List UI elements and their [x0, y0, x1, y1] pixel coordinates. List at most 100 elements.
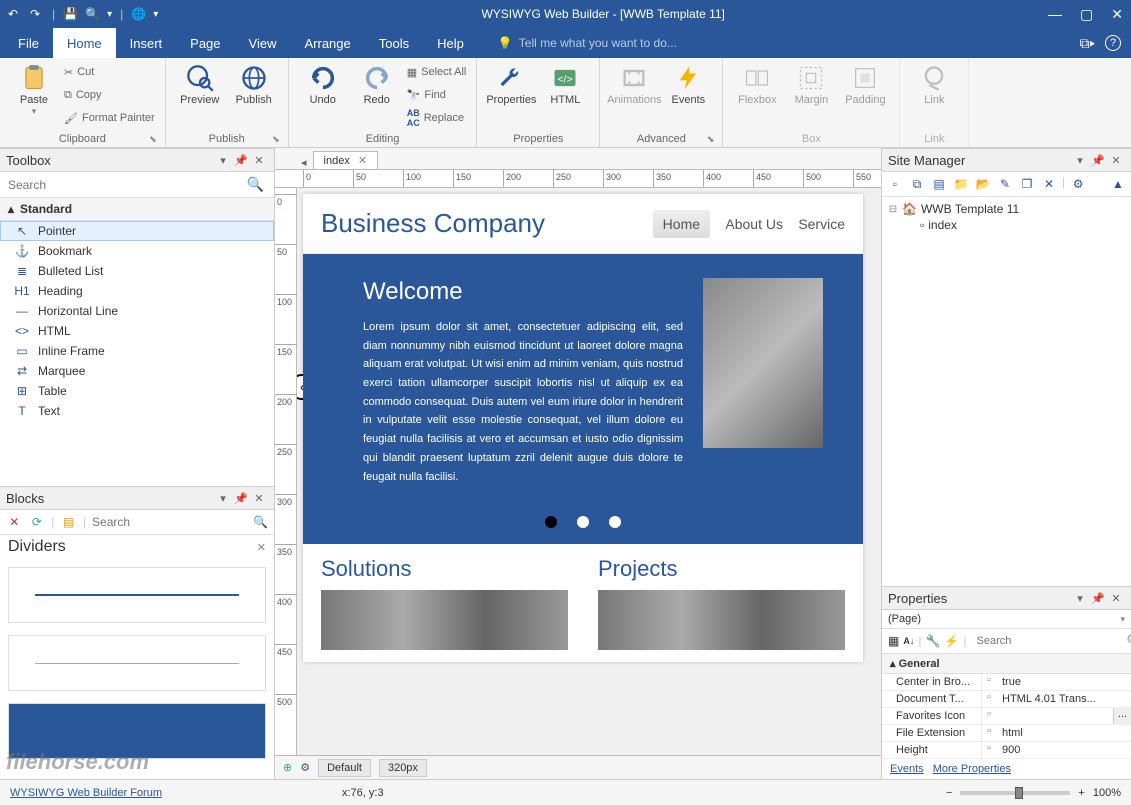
flexbox-button[interactable]: Flexbox [733, 62, 781, 108]
maximize-button[interactable]: ▢ [1080, 6, 1093, 23]
tool-item-pointer[interactable]: ↖Pointer [0, 221, 274, 241]
save-icon[interactable]: 💾 [63, 7, 77, 21]
tool-item-table[interactable]: ⊞Table [0, 381, 274, 401]
page-preview[interactable]: Business Company Home About Us Service ‹… [303, 194, 863, 662]
blocks-refresh-icon[interactable]: ⟳ [29, 513, 46, 531]
sm-open-icon[interactable]: 📂 [974, 175, 992, 193]
blocks-dropdown-icon[interactable]: ▾ [214, 492, 232, 505]
props-pin-icon[interactable]: 📌 [1089, 592, 1107, 605]
props-categorized-icon[interactable]: ▦ [888, 632, 899, 650]
sm-close-icon[interactable]: ✕ [1107, 154, 1125, 167]
html-button[interactable]: </>HTML [541, 62, 589, 108]
publish-launcher[interactable]: ⬊ [272, 134, 280, 145]
nav-service[interactable]: Service [798, 216, 845, 232]
sm-gear-icon[interactable]: ⚙ [1069, 175, 1087, 193]
blocks-section-close-icon[interactable]: ✕ [257, 541, 266, 554]
cut-button[interactable]: ✂Cut [64, 62, 155, 82]
tool-item-html[interactable]: <>HTML [0, 321, 274, 341]
carousel-dot-2[interactable] [577, 516, 589, 528]
help-icon[interactable]: ? [1105, 35, 1121, 51]
zoom-in-button[interactable]: + [1078, 787, 1084, 799]
tool-item-marquee[interactable]: ⇄Marquee [0, 361, 274, 381]
props-events-icon[interactable]: ⚡ [944, 632, 959, 650]
horizontal-ruler[interactable]: 050100150200250300350400450500550600 [275, 170, 881, 188]
props-alpha-icon[interactable]: A↓ [903, 632, 914, 650]
forum-link[interactable]: WYSIWYG Web Builder Forum [10, 787, 162, 799]
prop-value[interactable]: HTML 4.01 Trans... [996, 691, 1131, 707]
select-all-button[interactable]: ▦Select All [407, 62, 467, 82]
props-dropdown-icon[interactable]: ▾ [1071, 592, 1089, 605]
publish-button[interactable]: Publish [230, 62, 278, 108]
carousel-dot-3[interactable] [609, 516, 621, 528]
preview-icon[interactable]: 🔍 [85, 7, 99, 21]
toolbox-close-icon[interactable]: ✕ [250, 154, 268, 167]
props-close-icon[interactable]: ✕ [1107, 592, 1125, 605]
qat-dropdown-icon[interactable]: ▾ [107, 9, 112, 20]
panels-icon[interactable]: ⧉▸ [1080, 35, 1095, 52]
search-icon[interactable]: 🔍 [241, 176, 270, 193]
divider-preview-3[interactable] [8, 703, 266, 759]
animations-button[interactable]: Animations [610, 62, 658, 108]
tool-item-bookmark[interactable]: ⚓Bookmark [0, 241, 274, 261]
nav-home[interactable]: Home [653, 210, 710, 238]
prop-value[interactable]: html [996, 725, 1131, 741]
properties-search-input[interactable] [977, 635, 1119, 647]
redo-button[interactable]: Redo [353, 62, 401, 108]
blocks-search-input[interactable] [92, 515, 247, 529]
prop-cat-general[interactable]: ▴ General [882, 654, 1131, 674]
breakpoint-default[interactable]: Default [318, 759, 371, 777]
sm-new-page-icon[interactable]: ▫ [886, 175, 904, 193]
toolbox-dropdown-icon[interactable]: ▾ [214, 154, 232, 167]
divider-preview-1[interactable] [8, 567, 266, 623]
prop-browse-button[interactable]: ... [1113, 708, 1131, 724]
sm-dropdown-icon[interactable]: ▾ [1071, 154, 1089, 167]
sm-copy-icon[interactable]: ❐ [1018, 175, 1036, 193]
menu-tools[interactable]: Tools [365, 28, 423, 58]
prop-value[interactable] [996, 708, 1113, 724]
close-button[interactable]: ✕ [1111, 6, 1123, 23]
prop-link-events[interactable]: Events [890, 763, 924, 775]
document-tab-index[interactable]: index ✕ [313, 151, 379, 169]
toolbox-group-standard[interactable]: ▴Standard [0, 198, 274, 221]
clipboard-launcher[interactable]: ⬊ [149, 134, 157, 145]
divider-preview-2[interactable] [8, 635, 266, 691]
tree-root[interactable]: ⊟🏠WWB Template 11 [888, 201, 1125, 217]
events-button[interactable]: Events [664, 62, 712, 108]
sm-folder-icon[interactable]: 📁 [952, 175, 970, 193]
menu-file[interactable]: File [4, 28, 53, 58]
blocks-pin-icon[interactable]: 📌 [232, 492, 250, 505]
menu-page[interactable]: Page [176, 28, 234, 58]
properties-object-selector[interactable]: (Page)▾ [882, 610, 1131, 629]
redo-icon[interactable]: ↷ [30, 7, 44, 21]
undo-button[interactable]: Undo [299, 62, 347, 108]
vertical-ruler[interactable]: 050100150200250300350400450500 [275, 188, 297, 755]
preview-button[interactable]: Preview [176, 62, 224, 108]
tool-item-horizontal-line[interactable]: —Horizontal Line [0, 301, 274, 321]
replace-button[interactable]: ABACReplace [407, 108, 467, 128]
tool-item-bulleted-list[interactable]: ≣Bulleted List [0, 261, 274, 281]
zoom-slider[interactable] [960, 791, 1070, 795]
format-painter-button[interactable]: 🖌Format Painter [64, 108, 155, 128]
nav-about[interactable]: About Us [725, 216, 783, 232]
menu-home[interactable]: Home [53, 28, 116, 58]
margin-button[interactable]: Margin [787, 62, 835, 108]
minimize-button[interactable]: — [1048, 6, 1062, 23]
prop-link-more[interactable]: More Properties [933, 763, 1011, 775]
tool-item-inline-frame[interactable]: ▭Inline Frame [0, 341, 274, 361]
props-wrench-icon[interactable]: 🔧 [925, 632, 940, 650]
design-canvas[interactable]: Business Company Home About Us Service ‹… [297, 188, 881, 755]
tab-close-icon[interactable]: ✕ [358, 154, 367, 167]
sm-clone-icon[interactable]: ⧉ [908, 175, 926, 193]
sm-props-icon[interactable]: ✎ [996, 175, 1014, 193]
sm-pin-icon[interactable]: 📌 [1089, 154, 1107, 167]
tab-scroll-left[interactable]: ◂ [295, 156, 313, 169]
prop-value[interactable]: 900 [996, 742, 1131, 758]
blocks-close-icon[interactable]: ✕ [250, 492, 268, 505]
properties-button[interactable]: Properties [487, 62, 535, 108]
toolbox-pin-icon[interactable]: 📌 [232, 154, 250, 167]
undo-icon[interactable]: ↶ [8, 7, 22, 21]
tool-item-heading[interactable]: H1Heading [0, 281, 274, 301]
sm-delete-icon[interactable]: ✕ [1040, 175, 1058, 193]
carousel-dot-1[interactable] [545, 516, 557, 528]
advanced-launcher[interactable]: ⬊ [707, 134, 715, 145]
